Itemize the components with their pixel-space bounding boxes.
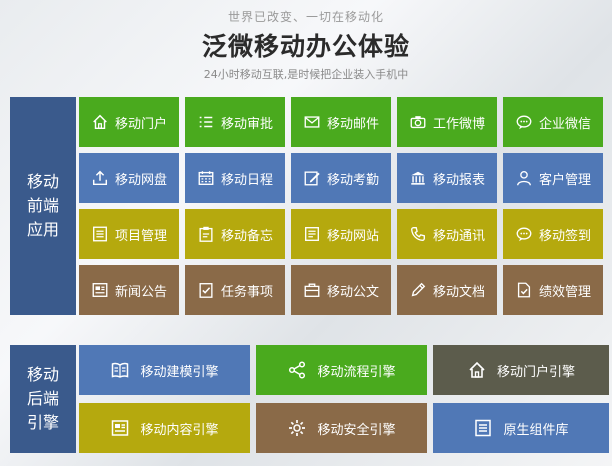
front-app-tile[interactable]: 移动日程: [185, 153, 285, 203]
camera-icon: [409, 113, 427, 131]
front-label-line: 移动: [26, 172, 59, 191]
page-title: 泛微移动办公体验: [201, 32, 410, 61]
front-app-tile-label: 移动邮件: [327, 116, 380, 132]
back-engine-tile[interactable]: 原生组件库: [433, 403, 609, 453]
back-engine-tile[interactable]: 移动门户引擎: [433, 345, 609, 395]
front-app-tile-label: 移动文档: [433, 284, 486, 300]
front-apps-label: 移动 前端 应用: [10, 97, 76, 315]
briefcase-icon: [303, 281, 321, 299]
gear-icon: [287, 418, 307, 438]
front-app-tile-label: 移动通讯: [433, 228, 486, 244]
list-icon: [473, 418, 493, 438]
front-app-tile[interactable]: 任务事项: [185, 265, 285, 315]
front-app-tile-label: 移动公文: [327, 284, 380, 300]
front-app-tile-label: 移动报表: [433, 172, 486, 188]
edit-icon: [303, 169, 321, 187]
subtitle: 24小时移动互联,是时候把企业装入手机中: [203, 68, 409, 81]
front-app-tile[interactable]: 移动报表: [397, 153, 497, 203]
front-app-tile-label: 移动审批: [221, 116, 274, 132]
back-engine-tile[interactable]: 移动内容引擎: [79, 403, 250, 453]
phone-icon: [409, 225, 427, 243]
home-icon: [467, 360, 487, 380]
front-app-tile-label: 移动网站: [327, 228, 380, 244]
front-app-tile[interactable]: 移动公文: [291, 265, 391, 315]
front-app-tile[interactable]: 企业微信: [503, 97, 603, 147]
front-app-tile-label: 项目管理: [115, 228, 168, 244]
front-app-tile[interactable]: 移动网站: [291, 209, 391, 259]
front-app-tile-label: 移动日程: [221, 172, 274, 188]
clipboard-icon: [197, 225, 215, 243]
front-app-tile[interactable]: 项目管理: [79, 209, 179, 259]
back-engine-tile-label: 移动内容引擎: [140, 422, 219, 438]
front-app-tile-label: 移动门户: [115, 116, 168, 132]
back-engines-label: 移动 后端 引擎: [10, 345, 76, 453]
front-app-tile-label: 绩效管理: [539, 284, 592, 300]
front-app-tile[interactable]: 移动文档: [397, 265, 497, 315]
front-app-tile[interactable]: 移动邮件: [291, 97, 391, 147]
front-app-tile[interactable]: 移动网盘: [79, 153, 179, 203]
front-app-tile-label: 移动考勤: [327, 172, 380, 188]
front-app-tile-label: 工作微博: [433, 116, 486, 132]
front-app-tile[interactable]: 绩效管理: [503, 265, 603, 315]
front-label-line: 前端: [26, 196, 59, 215]
front-app-tile-label: 移动备忘: [221, 228, 274, 244]
back-engines-grid: 移动建模引擎 移动流程引擎 移动门户引擎移动内容引擎 移动安全引擎 原生组件库: [79, 345, 609, 453]
task-icon: [197, 281, 215, 299]
bank-icon: [409, 169, 427, 187]
note-icon: [303, 225, 321, 243]
front-app-tile-label: 移动网盘: [115, 172, 168, 188]
home-icon: [91, 113, 109, 131]
back-engine-tile-label: 移动建模引擎: [140, 364, 219, 380]
front-apps-grid: 移动门户 移动审批 移动邮件 工作微博 企业微信移动网盘 移动日程 移动考勤 移动报表 客户管理…: [79, 97, 609, 315]
back-engine-tile-label: 移动门户引擎: [496, 364, 575, 380]
front-app-tile[interactable]: 客户管理: [503, 153, 603, 203]
front-app-tile[interactable]: 移动通讯: [397, 209, 497, 259]
mail-icon: [303, 113, 321, 131]
checklist-icon: [197, 113, 215, 131]
front-app-tile-label: 新闻公告: [115, 284, 168, 300]
file-check-icon: [515, 281, 533, 299]
back-label-line: 后端: [26, 389, 59, 408]
chat-icon: [515, 113, 533, 131]
front-app-tile[interactable]: 移动签到: [503, 209, 603, 259]
chat-dots-icon: [515, 225, 533, 243]
back-engine-tile[interactable]: 移动流程引擎: [256, 345, 427, 395]
front-app-tile-label: 移动签到: [539, 228, 592, 244]
back-engine-tile[interactable]: 移动安全引擎: [256, 403, 427, 453]
book-icon: [110, 360, 130, 380]
front-app-tile[interactable]: 移动审批: [185, 97, 285, 147]
share-icon: [287, 360, 307, 380]
back-engine-tile-label: 原生组件库: [503, 422, 569, 438]
list-icon: [91, 225, 109, 243]
back-label-line: 引擎: [26, 413, 59, 432]
news-icon: [110, 418, 130, 438]
front-app-tile-label: 企业微信: [539, 116, 592, 132]
back-engine-tile-label: 移动安全引擎: [317, 422, 396, 438]
news-icon: [91, 281, 109, 299]
user-icon: [515, 169, 533, 187]
calendar-icon: [197, 169, 215, 187]
front-app-tile[interactable]: 工作微博: [397, 97, 497, 147]
back-engine-tile-label: 移动流程引擎: [317, 364, 396, 380]
pencil-icon: [409, 281, 427, 299]
front-app-tile[interactable]: 移动门户: [79, 97, 179, 147]
front-label-line: 应用: [26, 220, 59, 239]
front-app-tile[interactable]: 新闻公告: [79, 265, 179, 315]
back-engine-tile[interactable]: 移动建模引擎: [79, 345, 250, 395]
tagline: 世界已改变、一切在移动化: [227, 10, 384, 24]
upload-icon: [91, 169, 109, 187]
back-label-line: 移动: [26, 365, 59, 384]
front-app-tile[interactable]: 移动备忘: [185, 209, 285, 259]
front-app-tile[interactable]: 移动考勤: [291, 153, 391, 203]
front-app-tile-label: 客户管理: [539, 172, 592, 188]
front-app-tile-label: 任务事项: [221, 284, 274, 300]
